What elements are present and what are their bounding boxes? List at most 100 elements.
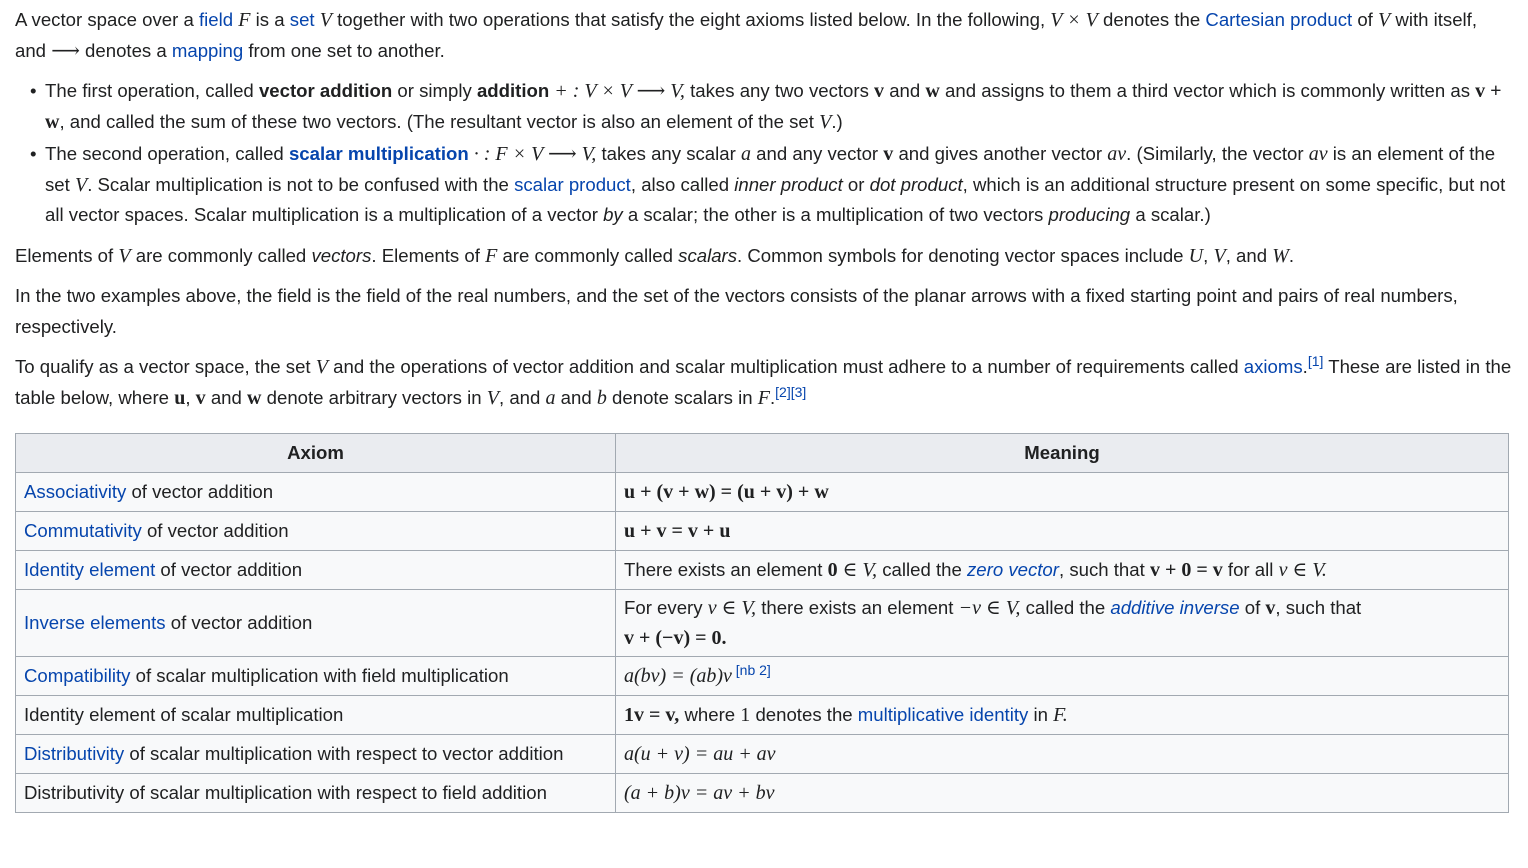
- text: called the: [877, 559, 967, 580]
- intro-paragraph: A vector space over a field F is a set V…: [15, 5, 1513, 66]
- axioms-table: Axiom Meaning Associativity of vector ad…: [15, 433, 1509, 813]
- math-formula: a(bv) = (ab)v: [624, 665, 732, 687]
- axiom-link[interactable]: Identity element: [24, 559, 155, 580]
- axiom-link[interactable]: Distributivity: [24, 743, 124, 764]
- field-link[interactable]: field: [199, 9, 233, 30]
- text: of vector addition: [165, 612, 313, 633]
- text: The second operation, called: [45, 143, 289, 164]
- column-header-axiom: Axiom: [15, 433, 616, 473]
- reference-link[interactable]: [1]: [1308, 353, 1324, 369]
- math-w: w: [925, 80, 940, 102]
- math-formula: v ∈ V.: [1278, 559, 1327, 581]
- reference-link[interactable]: [2][3]: [775, 383, 806, 399]
- text: there exists an element: [756, 597, 959, 618]
- italic-term: scalars: [678, 244, 738, 266]
- bold-term: vector addition: [258, 80, 393, 101]
- text: of scalar multiplication with respect to…: [124, 743, 564, 764]
- math-formula: a(u + v) = au + av: [624, 743, 776, 765]
- set-link[interactable]: set: [290, 9, 315, 30]
- axiom-cell: Distributivity of scalar multiplication …: [15, 734, 616, 774]
- text: is a: [250, 9, 290, 30]
- text: There exists an element: [624, 559, 828, 580]
- scalar-multiplication-link[interactable]: scalar multiplication: [289, 143, 469, 164]
- additive-inverse-link[interactable]: additive inverse: [1110, 597, 1239, 618]
- math-V: V: [118, 244, 131, 267]
- text: A vector space over a: [15, 9, 199, 30]
- math-v: v: [1265, 597, 1276, 619]
- math-V: V: [315, 356, 328, 378]
- meaning-cell: For every v ∈ V, there exists an element…: [615, 589, 1509, 657]
- math-formula: u + v = v + u: [624, 520, 731, 542]
- zero-vector-link[interactable]: zero vector: [967, 559, 1059, 580]
- math-a: a: [545, 386, 556, 409]
- bold-term: addition: [476, 80, 550, 101]
- article-content: A vector space over a field F is a set V…: [15, 5, 1513, 813]
- text: denote scalars in: [606, 386, 758, 408]
- text: a scalar; the other is a multiplication …: [622, 204, 1049, 225]
- cartesian-product-link[interactable]: Cartesian product: [1205, 9, 1352, 30]
- math-F: F: [485, 244, 498, 267]
- math-formula: −v ∈ V,: [958, 597, 1021, 619]
- math-one: 1: [740, 704, 751, 726]
- math-V: V: [1213, 244, 1226, 267]
- math-F: F.: [1053, 704, 1068, 726]
- text: denotes the: [750, 704, 858, 725]
- table-row: Identity element of vector addition Ther…: [15, 550, 1509, 590]
- multiplicative-identity-link[interactable]: multiplicative identity: [858, 704, 1029, 725]
- table-row: Compatibility of scalar multiplication w…: [15, 656, 1509, 696]
- math-arrow: ⟶: [51, 39, 80, 62]
- axiom-link[interactable]: Compatibility: [24, 665, 130, 686]
- axioms-link[interactable]: axioms: [1244, 356, 1303, 377]
- text: or simply: [392, 80, 477, 101]
- italic-term: producing: [1048, 204, 1131, 225]
- text: To qualify as a vector space, the set: [15, 356, 316, 377]
- axiom-link[interactable]: Associativity: [24, 481, 126, 502]
- text: in: [1028, 704, 1054, 725]
- math-V: V: [319, 9, 332, 31]
- table-row: Associativity of vector addition u + (v …: [15, 472, 1509, 512]
- text: For every: [624, 597, 708, 618]
- note-link[interactable]: [nb 2]: [732, 662, 771, 678]
- mapping-link[interactable]: mapping: [172, 40, 243, 61]
- text: and: [205, 386, 248, 408]
- axiom-cell: Identity element of vector addition: [15, 550, 616, 590]
- axiom-cell: Inverse elements of vector addition: [15, 589, 616, 657]
- text: The first operation, called: [45, 80, 259, 101]
- math-v: v: [874, 80, 885, 102]
- math-w: w: [247, 386, 262, 409]
- text: , such that: [1275, 597, 1362, 618]
- italic-term: vectors: [311, 244, 372, 266]
- scalar-product-link[interactable]: scalar product: [514, 174, 631, 195]
- math-F: F: [238, 9, 251, 31]
- axiom-link[interactable]: Inverse elements: [24, 612, 166, 633]
- text: denote arbitrary vectors in: [261, 386, 487, 408]
- math-formula: v ∈ V,: [707, 597, 757, 619]
- math-u: u: [174, 386, 186, 409]
- text: and any vector: [750, 143, 884, 164]
- math-V: V: [1378, 9, 1391, 31]
- bullet-icon: •: [30, 143, 37, 164]
- math-formula: v + (−v) = 0.: [624, 627, 727, 649]
- text: takes any two vectors: [684, 80, 875, 101]
- table-row: Distributivity of scalar multiplication …: [15, 734, 1509, 774]
- text: ,: [1203, 244, 1214, 266]
- qualify-paragraph: To qualify as a vector space, the set V …: [15, 352, 1513, 413]
- meaning-cell: a(u + v) = au + av: [615, 734, 1509, 774]
- text: of scalar multiplication with field mult…: [130, 665, 509, 686]
- table-row: Commutativity of vector addition u + v =…: [15, 511, 1509, 551]
- text: a scalar.): [1130, 204, 1211, 225]
- math-formula: 1v = v,: [624, 704, 680, 726]
- axiom-cell: Commutativity of vector addition: [15, 511, 616, 551]
- math-v: v: [883, 143, 894, 165]
- text: and gives another vector: [893, 143, 1108, 164]
- meaning-cell: 1v = v, where 1 denotes the multiplicati…: [615, 695, 1509, 735]
- text: for all: [1222, 559, 1279, 580]
- table-header-row: Axiom Meaning: [15, 433, 1509, 473]
- axiom-link[interactable]: Commutativity: [24, 520, 142, 541]
- examples-paragraph: In the two examples above, the field is …: [15, 285, 1458, 337]
- text: . Scalar multiplication is not to be con…: [87, 173, 515, 195]
- math-F: F: [757, 386, 770, 409]
- table-row: Identity element of scalar multiplicatio…: [15, 695, 1509, 735]
- axiom-cell: Identity element of scalar multiplicatio…: [15, 695, 616, 735]
- text: . (Similarly, the vector: [1126, 143, 1309, 164]
